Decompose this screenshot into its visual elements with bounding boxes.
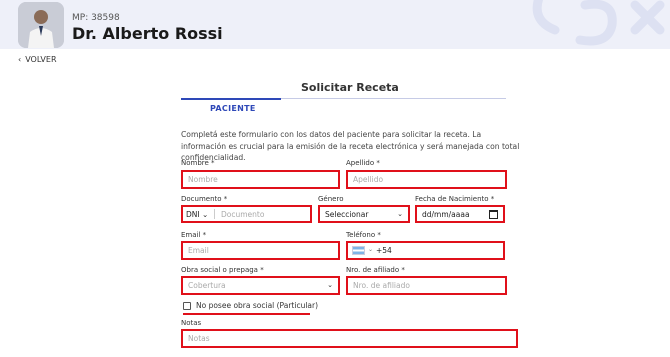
afiliado-label: Nro. de afiliado * xyxy=(346,266,405,274)
header-decoration-icon xyxy=(532,0,665,46)
nombre-input[interactable]: Nombre xyxy=(181,170,340,189)
notas-placeholder: Notas xyxy=(188,334,210,343)
genero-label: Género xyxy=(318,195,344,203)
telefono-input[interactable]: ⌄ +54 xyxy=(346,241,505,260)
tab-paciente[interactable]: PACIENTE xyxy=(210,104,256,113)
obra-social-select[interactable]: Cobertura ⌄ xyxy=(181,276,340,295)
validation-underline xyxy=(183,313,310,315)
document-type-value: DNI xyxy=(186,210,200,219)
divider xyxy=(214,209,215,219)
avatar xyxy=(18,2,64,48)
documento-field[interactable]: DNI ⌄ Documento xyxy=(181,205,312,223)
chevron-down-icon: ⌄ xyxy=(397,210,403,218)
nombre-label: Nombre * xyxy=(181,159,215,167)
document-type-select[interactable]: DNI ⌄ xyxy=(186,210,208,219)
doctor-header: MP: 38598 Dr. Alberto Rossi xyxy=(0,0,670,49)
page-title: Solicitar Receta xyxy=(301,81,399,94)
telefono-value: +54 xyxy=(376,246,392,255)
active-tab-indicator xyxy=(181,98,281,100)
genero-value: Seleccionar xyxy=(325,210,369,219)
obra-social-label: Obra social o prepaga * xyxy=(181,266,264,274)
doctor-name: Dr. Alberto Rossi xyxy=(72,24,223,43)
no-obra-social-checkbox[interactable] xyxy=(183,302,191,310)
afiliado-placeholder: Nro. de afiliado xyxy=(353,281,410,290)
apellido-input[interactable]: Apellido xyxy=(346,170,507,189)
back-label: VOLVER xyxy=(25,55,57,64)
chevron-down-icon: ⌄ xyxy=(327,281,333,289)
email-label: Email * xyxy=(181,231,207,239)
telefono-label: Teléfono * xyxy=(346,231,381,239)
afiliado-input[interactable]: Nro. de afiliado xyxy=(346,276,507,295)
fecha-nacimiento-input[interactable]: dd/mm/aaaa xyxy=(415,205,505,223)
no-obra-social-label: No posee obra social (Particular) xyxy=(196,301,319,310)
notas-label: Notas xyxy=(181,319,202,327)
back-link[interactable]: ‹ VOLVER xyxy=(18,55,57,64)
genero-select[interactable]: Seleccionar ⌄ xyxy=(318,205,410,223)
email-input[interactable]: Email xyxy=(181,241,340,260)
documento-label: Documento * xyxy=(181,195,228,203)
chevron-left-icon: ‹ xyxy=(18,55,22,64)
calendar-icon[interactable] xyxy=(489,210,498,219)
obra-social-placeholder: Cobertura xyxy=(188,281,226,290)
license-number: MP: 38598 xyxy=(72,13,120,23)
chevron-down-icon: ⌄ xyxy=(202,210,209,219)
documento-placeholder: Documento xyxy=(221,210,265,219)
chevron-down-icon: ⌄ xyxy=(368,246,374,253)
fecha-label: Fecha de Nacimiento * xyxy=(415,195,495,203)
argentina-flag-icon[interactable] xyxy=(352,246,365,255)
fecha-value: dd/mm/aaaa xyxy=(422,210,470,219)
apellido-placeholder: Apellido xyxy=(353,175,384,184)
apellido-label: Apellido * xyxy=(346,159,380,167)
notas-input[interactable]: Notas xyxy=(181,329,518,348)
email-placeholder: Email xyxy=(188,246,209,255)
nombre-placeholder: Nombre xyxy=(188,175,218,184)
